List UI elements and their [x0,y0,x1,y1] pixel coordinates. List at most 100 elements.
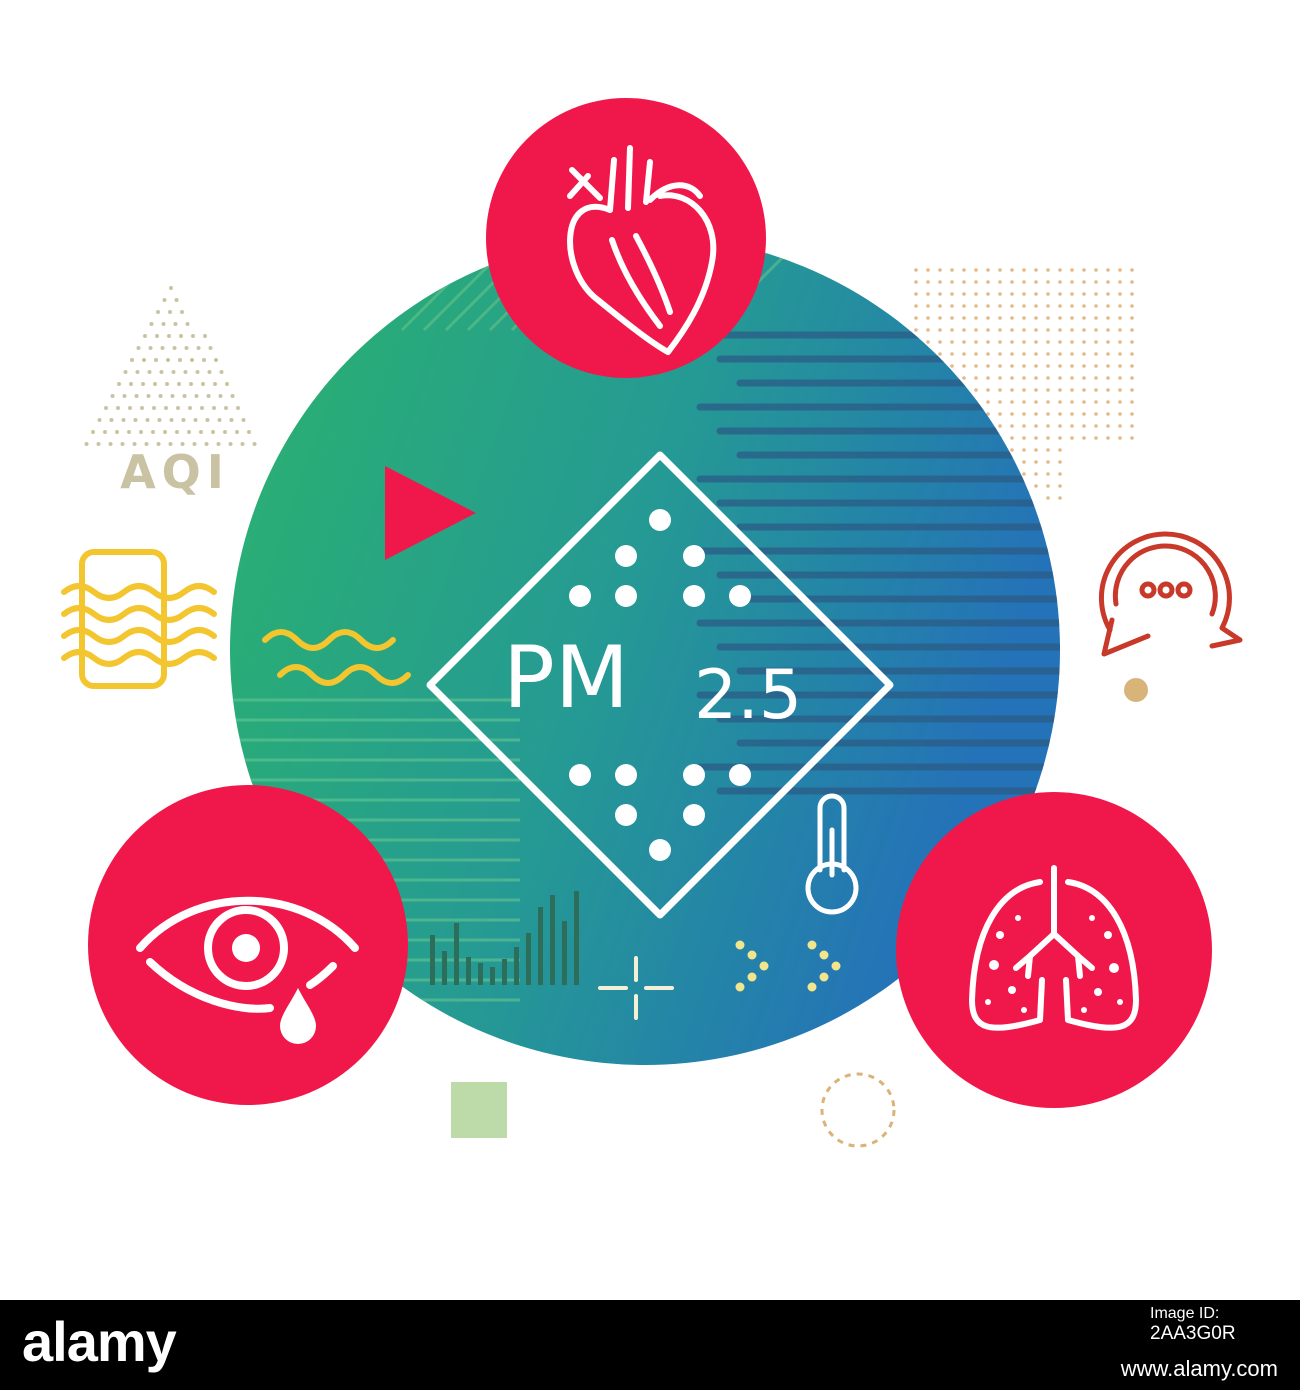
grid-dot [1094,388,1098,392]
aqi-dot [176,406,180,410]
grid-dot [962,352,966,356]
grid-dot [1058,496,1062,500]
grid-dot [1130,364,1134,368]
grid-dot [950,364,954,368]
aqi-dot [159,370,164,374]
grid-dot [1058,400,1062,404]
aqi-dot [171,370,176,374]
grid-dot [998,340,1002,344]
grid-dot [1058,376,1062,380]
grid-dot [1034,376,1038,380]
grid-dot [962,316,966,320]
grid-dot [1070,424,1074,428]
grid-dot [1034,364,1038,368]
grid-dot [1058,352,1062,356]
grid-dot [1022,436,1026,440]
alamy-url: www.alamy.com [1120,1356,1278,1381]
grid-dot [1118,328,1122,332]
aqi-dot [165,382,169,386]
aqi-dot [147,370,152,374]
aqi-dot [241,418,246,422]
aqi-dot [169,286,173,290]
grid-dot [1106,388,1110,392]
grid-dot [1118,412,1122,416]
grid-dot [1094,340,1098,344]
grid-dot [986,364,990,368]
heart-badge [486,98,766,378]
grid-dot [1130,280,1134,284]
grid-dot [1070,352,1074,356]
aqi-dot [180,310,184,314]
grid-dot [1046,448,1050,452]
aqi-dot [153,382,157,386]
aqi-dot [181,418,186,422]
grid-dot [1106,376,1110,380]
grid-dot [1046,460,1050,464]
aqi-dot [134,394,139,398]
grid-dot [1118,424,1122,428]
grid-dot [1022,364,1026,368]
grid-dot [1034,352,1038,356]
aqi-dot [236,406,240,410]
grid-dot [998,316,1002,320]
particle-dot [615,585,637,607]
aqi-dot [103,430,107,434]
aqi-dot [115,430,119,434]
aqi-dot [207,370,212,374]
grid-dot [1070,292,1074,296]
aqi-dot [143,334,147,338]
grid-dot [986,280,990,284]
aqi-dot [205,418,210,422]
grid-dot [962,328,966,332]
grid-dot [974,376,978,380]
grid-dot [998,304,1002,308]
aqi-dot [167,334,171,338]
grid-dot [998,400,1002,404]
grid-dot [1022,280,1026,284]
grid-dot [1034,472,1038,476]
dashed-circle-decoration [820,1072,896,1148]
grid-dot [938,292,942,296]
aqi-dot [148,346,153,350]
grid-dot [1082,280,1086,284]
aqi-dot [247,430,251,434]
grid-dot [1058,472,1062,476]
pm-subscript: 2.5 [694,656,802,735]
grid-dot [1034,280,1038,284]
grid-dot [962,268,966,272]
grid-dot [1022,448,1026,452]
grid-dot [926,280,930,284]
aqi-dot [122,394,127,398]
grid-dot [998,376,1002,380]
aqi-dot [194,394,199,398]
grid-dot [1034,436,1038,440]
aqi-dot [185,322,190,326]
grid-dot [986,352,990,356]
grid-dot [1022,388,1026,392]
grid-dot [1130,292,1134,296]
grid-dot [974,268,978,272]
grid-dot [1118,352,1122,356]
grid-dot [938,268,942,272]
grid-dot [1010,400,1014,404]
bar [466,957,471,985]
grid-dot [1046,268,1050,272]
aqi-dot [129,382,133,386]
grid-dot [1094,376,1098,380]
grid-dot [1118,304,1122,308]
grid-dot [1070,376,1074,380]
grid-dot [1022,472,1026,476]
grid-dot [1022,304,1026,308]
grid-dot [938,316,942,320]
grid-dot [1130,328,1134,332]
grid-dot [1046,304,1050,308]
image-id-label: Image ID: [1150,1305,1220,1322]
particle-dot [569,764,591,786]
aqi-dot [136,346,141,350]
particle-dot [729,585,751,607]
grid-dot [1010,376,1014,380]
aqi-dot [191,334,195,338]
grid-dot [974,340,978,344]
aqi-dot [187,430,191,434]
grid-dot [1094,328,1098,332]
